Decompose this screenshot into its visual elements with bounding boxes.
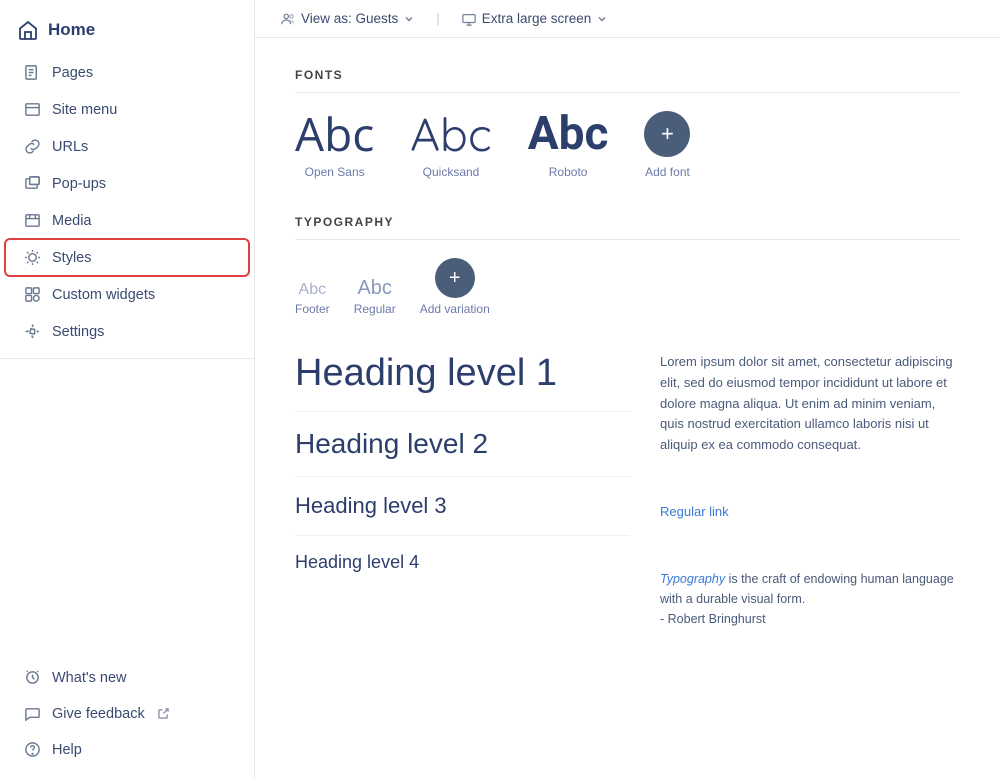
add-variation-button[interactable]: + Add variation bbox=[420, 258, 490, 316]
help-label: Help bbox=[52, 742, 82, 758]
media-label: Media bbox=[52, 213, 92, 229]
users-icon bbox=[281, 12, 295, 26]
font-item-opensans[interactable]: Abc Open Sans bbox=[295, 111, 374, 179]
typo-preview-footer: Abc bbox=[299, 282, 327, 298]
typography-sidebar-right: Lorem ipsum dolor sit amet, consectetur … bbox=[660, 336, 960, 629]
topbar-separator: | bbox=[436, 11, 439, 26]
pages-label: Pages bbox=[52, 65, 93, 81]
fonts-section: FONTS Abc Open Sans Abc Quicksand Abc Ro… bbox=[295, 68, 960, 179]
heading-3: Heading level 3 bbox=[295, 493, 447, 518]
settings-icon bbox=[24, 323, 41, 340]
styles-icon bbox=[24, 249, 41, 266]
view-as-button[interactable]: View as: Guests bbox=[275, 8, 420, 29]
add-font-icon: + bbox=[644, 111, 690, 157]
font-preview-roboto: Abc bbox=[528, 111, 609, 157]
fonts-row: Abc Open Sans Abc Quicksand Abc Roboto +… bbox=[295, 111, 960, 179]
pages-icon bbox=[24, 64, 41, 81]
sidebar-item-pages[interactable]: Pages bbox=[6, 55, 248, 90]
sidebar-item-site-menu[interactable]: Site menu bbox=[6, 92, 248, 127]
headings-list: Heading level 1 Heading level 2 Heading … bbox=[295, 336, 630, 629]
settings-label: Settings bbox=[52, 324, 104, 340]
font-label-quicksand: Quicksand bbox=[423, 165, 480, 179]
sidebar-item-settings[interactable]: Settings bbox=[6, 314, 248, 349]
typography-section-title: TYPOGRAPHY bbox=[295, 215, 960, 240]
custom-widgets-label: Custom widgets bbox=[52, 287, 155, 303]
add-variation-icon: + bbox=[435, 258, 475, 298]
fonts-section-title: FONTS bbox=[295, 68, 960, 93]
heading-2: Heading level 2 bbox=[295, 428, 488, 459]
chevron-down-icon-2 bbox=[597, 14, 607, 24]
chevron-down-icon bbox=[404, 14, 414, 24]
topbar: View as: Guests | Extra large screen bbox=[255, 0, 1000, 38]
add-variation-label: Add variation bbox=[420, 302, 490, 316]
screen-label: Extra large screen bbox=[482, 11, 592, 26]
sidebar-item-whats-new[interactable]: What's new bbox=[6, 660, 248, 695]
heading-row-4[interactable]: Heading level 4 bbox=[295, 536, 630, 589]
custom-widgets-icon bbox=[24, 286, 41, 303]
whats-new-icon bbox=[24, 669, 41, 686]
sidebar-item-give-feedback[interactable]: Give feedback bbox=[6, 696, 248, 731]
font-label-roboto: Roboto bbox=[549, 165, 588, 179]
screen-icon bbox=[462, 12, 476, 26]
regular-link[interactable]: Regular link bbox=[660, 486, 960, 523]
heading-row-1[interactable]: Heading level 1 bbox=[295, 336, 630, 412]
typo-label-footer: Footer bbox=[295, 302, 330, 316]
sidebar-bottom: What's new Give feedback Help bbox=[0, 659, 254, 778]
give-feedback-icon bbox=[24, 705, 41, 722]
typo-item-footer[interactable]: Abc Footer bbox=[295, 282, 330, 316]
font-item-roboto[interactable]: Abc Roboto bbox=[528, 111, 609, 179]
main-content: View as: Guests | Extra large screen FON… bbox=[255, 0, 1000, 778]
give-feedback-label: Give feedback bbox=[52, 706, 145, 722]
font-label-opensans: Open Sans bbox=[305, 165, 365, 179]
home-icon bbox=[18, 20, 38, 40]
sidebar-divider bbox=[0, 358, 254, 359]
sidebar-home[interactable]: Home bbox=[0, 10, 254, 54]
screen-size-button[interactable]: Extra large screen bbox=[456, 8, 614, 29]
popups-label: Pop-ups bbox=[52, 176, 106, 192]
content-area: FONTS Abc Open Sans Abc Quicksand Abc Ro… bbox=[255, 38, 1000, 778]
heading-1: Heading level 1 bbox=[295, 352, 557, 394]
help-icon bbox=[24, 741, 41, 758]
whats-new-label: What's new bbox=[52, 670, 127, 686]
lorem-text: Lorem ipsum dolor sit amet, consectetur … bbox=[660, 336, 960, 456]
heading-4: Heading level 4 bbox=[295, 552, 419, 572]
font-preview-opensans: Abc bbox=[295, 111, 374, 157]
external-link-icon bbox=[158, 708, 169, 719]
heading-row-3[interactable]: Heading level 3 bbox=[295, 477, 630, 536]
site-menu-label: Site menu bbox=[52, 102, 117, 118]
sidebar-item-help[interactable]: Help bbox=[6, 732, 248, 767]
typo-preview-regular: Abc bbox=[357, 278, 391, 298]
home-label: Home bbox=[48, 20, 95, 40]
font-item-quicksand[interactable]: Abc Quicksand bbox=[410, 111, 491, 179]
typography-variations-row: Abc Footer Abc Regular + Add variation bbox=[295, 258, 960, 316]
add-font-label: Add font bbox=[645, 165, 690, 179]
view-as-label: View as: Guests bbox=[301, 11, 398, 26]
sidebar-item-urls[interactable]: URLs bbox=[6, 129, 248, 164]
heading-row-2[interactable]: Heading level 2 bbox=[295, 412, 630, 477]
font-preview-quicksand: Abc bbox=[410, 111, 491, 157]
add-font-button[interactable]: + Add font bbox=[644, 111, 690, 179]
typo-item-regular[interactable]: Abc Regular bbox=[354, 278, 396, 316]
sidebar-item-custom-widgets[interactable]: Custom widgets bbox=[6, 277, 248, 312]
sidebar-item-styles[interactable]: Styles bbox=[6, 240, 248, 275]
sidebar: Home Pages Site menu URLs Pop-ups bbox=[0, 0, 255, 778]
sidebar-item-media[interactable]: Media bbox=[6, 203, 248, 238]
styles-label: Styles bbox=[52, 250, 92, 266]
quote-text: Typography is the craft of endowing huma… bbox=[660, 553, 960, 629]
media-icon bbox=[24, 212, 41, 229]
urls-icon bbox=[24, 138, 41, 155]
typo-label-regular: Regular bbox=[354, 302, 396, 316]
urls-label: URLs bbox=[52, 139, 88, 155]
headings-area: Heading level 1 Heading level 2 Heading … bbox=[295, 336, 960, 629]
site-menu-icon bbox=[24, 101, 41, 118]
typography-section: TYPOGRAPHY Abc Footer Abc Regular + Add … bbox=[295, 215, 960, 629]
sidebar-item-popups[interactable]: Pop-ups bbox=[6, 166, 248, 201]
popups-icon bbox=[24, 175, 41, 192]
